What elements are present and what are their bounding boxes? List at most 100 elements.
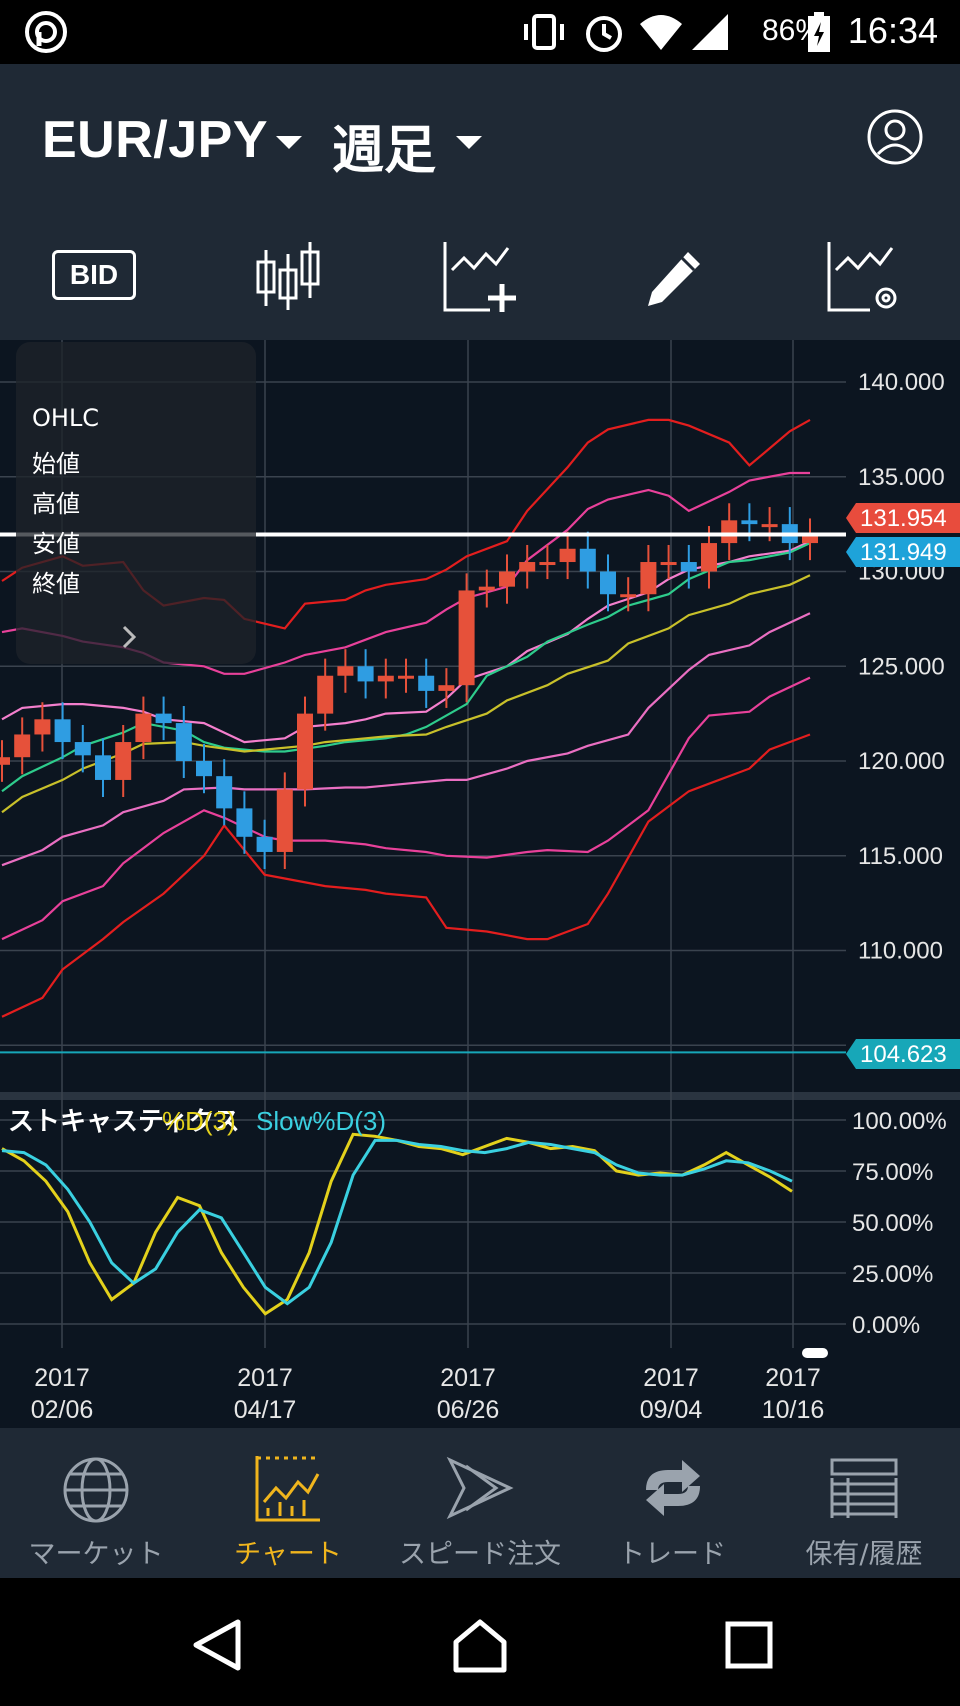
candle-body	[357, 666, 374, 682]
candle-body	[418, 675, 435, 691]
candle-body	[620, 594, 637, 598]
price-axis-label: 125.000	[858, 653, 945, 680]
candle-body	[478, 586, 495, 591]
nav-history-label: 保有/履歴	[805, 1539, 923, 1570]
ohlc-high-label: 高値	[32, 490, 80, 518]
price-axis-label: 110.000	[858, 938, 943, 965]
bid-label: BID	[69, 259, 119, 290]
ask-price-tag: 131.954	[860, 505, 947, 532]
nav-history[interactable]: 保有/履歴	[768, 1428, 960, 1578]
nav-trade[interactable]: トレード	[576, 1428, 768, 1578]
candle-body	[236, 808, 253, 837]
alarm-icon	[586, 16, 622, 52]
time-axis-date: 02/06	[31, 1396, 94, 1424]
nav-speed-order-label: スピード注文	[399, 1539, 561, 1570]
bid-ask-toggle-button[interactable]: BID	[52, 250, 136, 300]
candle-body	[600, 571, 616, 595]
candle-body	[155, 713, 172, 724]
draw-pencil-icon[interactable]	[644, 248, 704, 308]
stochastic-axis-label: 0.00%	[852, 1312, 920, 1339]
candlestick-type-icon[interactable]	[254, 240, 322, 312]
speed-order-icon	[446, 1456, 514, 1520]
candle-body	[741, 520, 758, 525]
price-axis-label: 140.000	[858, 369, 945, 396]
chevron-right-icon[interactable]	[120, 624, 140, 650]
low-price-tag: 104.623	[860, 1041, 947, 1068]
candle-body	[297, 713, 313, 790]
candle-body	[256, 836, 273, 852]
bid-price-tag: 131.949	[860, 539, 947, 566]
price-axis-label: 115.000	[858, 843, 943, 870]
chevron-down-icon	[456, 136, 482, 149]
scroll-handle[interactable]	[802, 1348, 828, 1358]
candle-body	[196, 761, 212, 777]
candle-body	[337, 666, 354, 676]
price-axis-panel	[846, 340, 960, 1092]
candle-body	[761, 524, 778, 528]
price-axis-label: 120.000	[858, 748, 945, 775]
candle-body	[0, 757, 10, 765]
candle-body	[660, 562, 677, 566]
candle-body	[54, 719, 71, 743]
wifi-icon	[640, 15, 682, 50]
time-axis-year: 2017	[237, 1364, 293, 1392]
candle-body	[640, 562, 657, 595]
chart-header: EUR/JPY 週足 BID	[0, 64, 960, 340]
home-icon[interactable]	[450, 1616, 510, 1674]
candle-body	[579, 548, 596, 572]
candle-body	[398, 675, 414, 679]
time-axis-year: 2017	[34, 1364, 90, 1392]
status-bar: 86% 16:34	[0, 0, 960, 64]
candle-body	[317, 675, 334, 714]
time-axis-date: 04/17	[234, 1396, 297, 1424]
candle-body	[802, 535, 818, 544]
stochastic-axis-label: 100.00%	[852, 1108, 947, 1135]
ohlc-low-label: 安値	[32, 530, 80, 558]
candle-body	[276, 789, 293, 852]
history-list-icon	[830, 1458, 898, 1518]
currency-pair-label: EUR/JPY	[42, 111, 269, 169]
period-label: 週足	[332, 121, 437, 181]
account-icon[interactable]	[866, 108, 924, 166]
nav-market-label: マーケット	[28, 1539, 164, 1570]
panel-divider	[0, 1092, 960, 1100]
system-nav-bar	[0, 1578, 960, 1706]
candle-body	[539, 562, 556, 566]
vibrate-icon	[524, 14, 564, 50]
candle-body	[216, 776, 233, 809]
candle-body	[721, 520, 738, 544]
nav-speed-order[interactable]: スピード注文	[384, 1428, 576, 1578]
time-axis-date: 09/04	[640, 1396, 703, 1424]
candle-body	[377, 675, 394, 682]
candle-body	[74, 742, 91, 756]
nav-chart[interactable]: チャート	[192, 1428, 384, 1578]
candle-body	[499, 571, 515, 587]
candle-body	[458, 590, 475, 686]
time-axis-date: 06/26	[437, 1396, 500, 1424]
chart-settings-icon[interactable]	[826, 240, 902, 316]
time-axis-year: 2017	[440, 1364, 496, 1392]
nav-market[interactable]: マーケット	[0, 1428, 192, 1578]
ohlc-title: OHLC	[32, 404, 100, 432]
time-axis-date: 10/16	[762, 1396, 825, 1424]
add-indicator-icon[interactable]	[442, 240, 516, 314]
candle-body	[701, 543, 717, 572]
globe-icon	[63, 1457, 129, 1523]
time-axis-year: 2017	[765, 1364, 821, 1392]
price-axis-label: 135.000	[858, 464, 945, 491]
back-icon[interactable]	[190, 1618, 244, 1672]
bollinger-lower-2sigma	[1, 676, 811, 941]
stochastic-d-line	[1, 1132, 793, 1316]
chart-icon	[255, 1456, 320, 1522]
candle-body	[519, 562, 536, 572]
app-notification-icon	[25, 11, 67, 53]
recents-icon[interactable]	[724, 1620, 774, 1670]
trade-icon	[646, 1460, 700, 1516]
stochastic-slowd-legend: Slow%D(3)	[256, 1106, 386, 1136]
ohlc-close-label: 終値	[32, 570, 80, 598]
candle-body	[34, 719, 51, 735]
ohlc-panel[interactable]: OHLC 始値 高値 安値 終値	[16, 342, 256, 664]
ohlc-open-label: 始値	[32, 450, 80, 478]
time-axis-year: 2017	[643, 1364, 699, 1392]
candle-body	[14, 734, 31, 758]
